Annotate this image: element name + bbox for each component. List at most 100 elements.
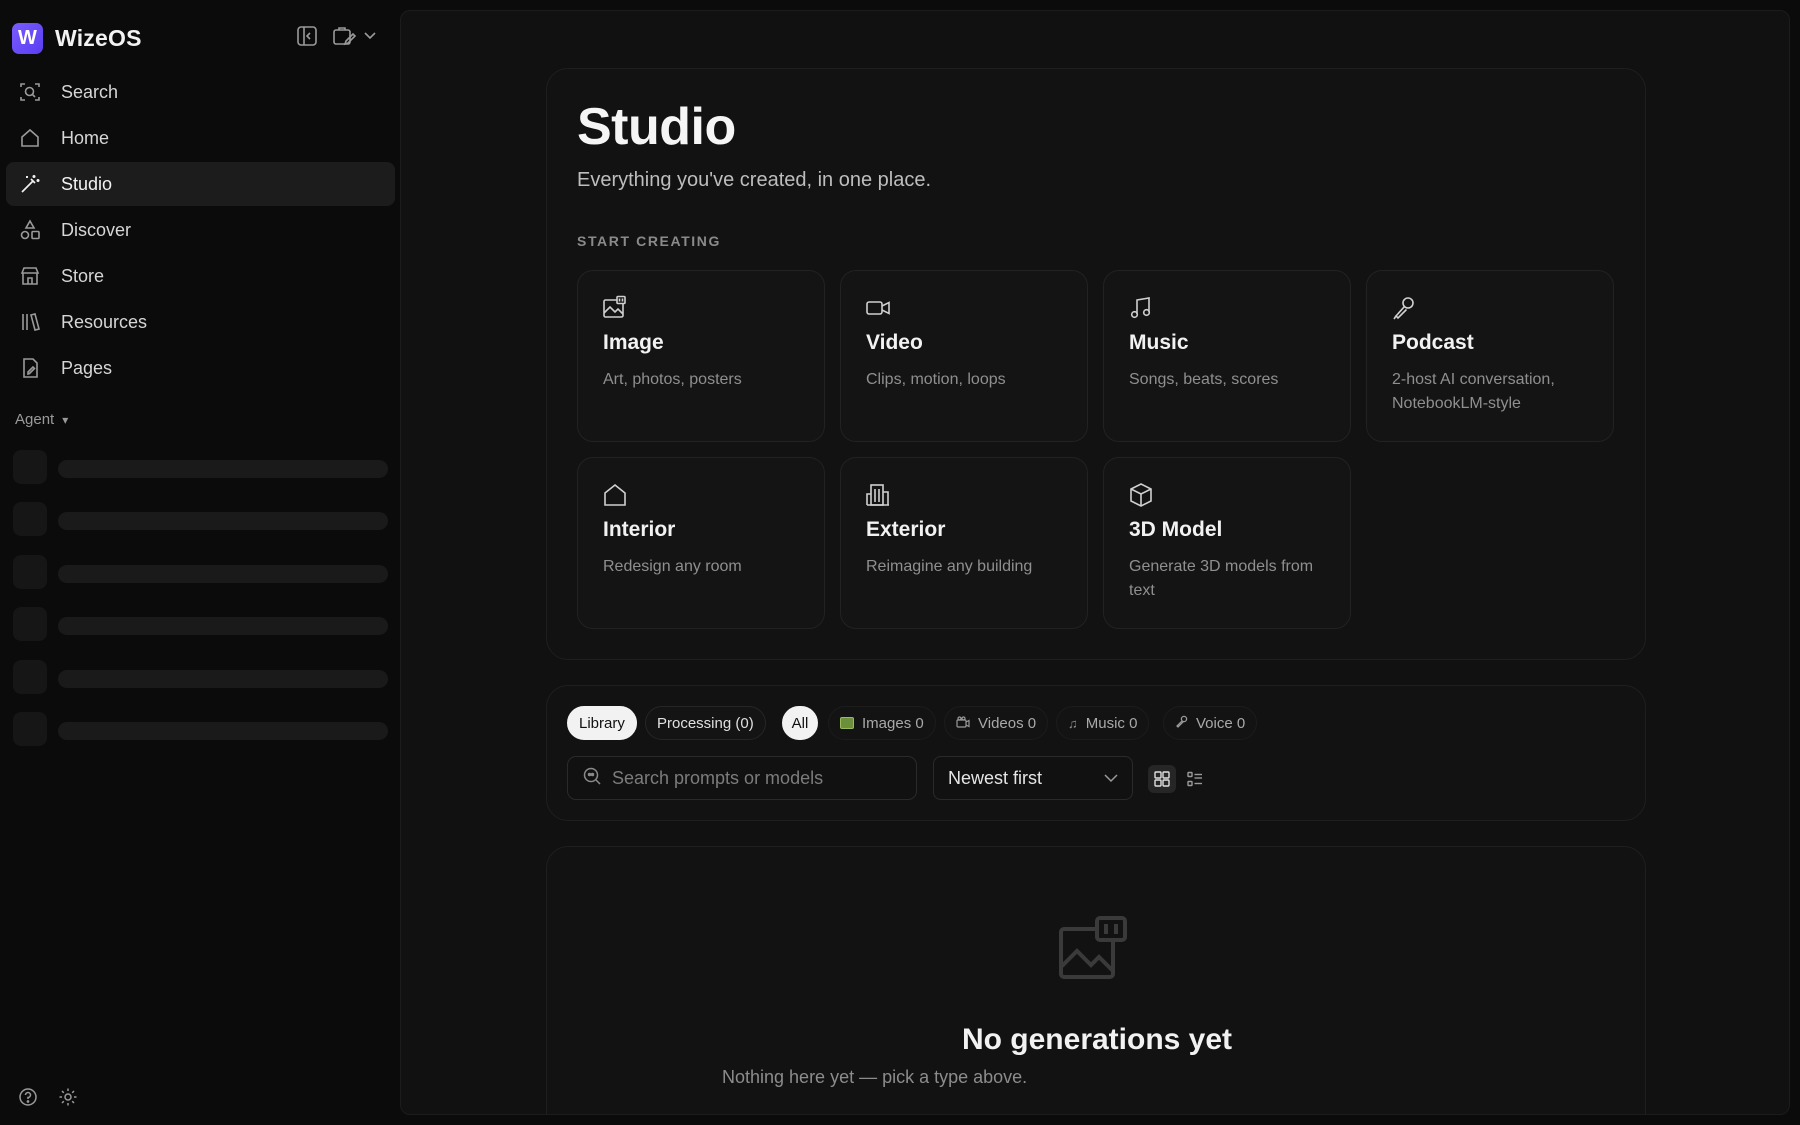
sidebar-item-home[interactable]: Home <box>6 116 395 160</box>
filter-all[interactable]: All <box>782 706 818 740</box>
tile-title: Music <box>1129 331 1189 354</box>
empty-state-subtitle: Nothing here yet — pick a type above. <box>722 1067 1028 1087</box>
list-view-button[interactable] <box>1181 765 1209 793</box>
search-icon <box>18 80 42 104</box>
microphone-icon <box>1393 297 1414 320</box>
agent-skeleton-row <box>13 712 388 746</box>
filter-videos-label: Videos 0 <box>978 714 1037 732</box>
agent-skeleton-row <box>13 555 388 589</box>
building-icon <box>866 484 889 506</box>
sidebar-item-label: Home <box>61 127 110 148</box>
music-note-icon <box>1130 297 1151 319</box>
tab-processing[interactable]: Processing (0) <box>645 706 766 740</box>
caret-down-icon: ▾ <box>62 412 69 427</box>
brand[interactable]: W WizeOS <box>12 22 142 54</box>
sort-select[interactable]: Newest first <box>933 756 1133 800</box>
filter-music-label: Music 0 <box>1085 714 1138 732</box>
home-icon <box>18 126 42 150</box>
shapes-icon <box>18 218 42 242</box>
filter-music[interactable]: ♫ Music 0 <box>1056 706 1150 740</box>
filter-voice[interactable]: Voice 0 <box>1163 706 1258 740</box>
sidebar: W WizeOS Search Home Studio Discover Sto… <box>0 0 400 1125</box>
image-swatch-icon <box>840 717 854 729</box>
library-icon <box>18 310 42 334</box>
grid-view-button[interactable] <box>1148 765 1176 793</box>
sidebar-bottom-actions <box>18 1087 78 1112</box>
chevron-down-icon <box>1104 773 1118 782</box>
sidebar-item-label: Studio <box>61 173 113 194</box>
create-tile-video[interactable]: Video Clips, motion, loops <box>840 270 1088 442</box>
gear-icon[interactable] <box>58 1087 78 1112</box>
sidebar-item-pages[interactable]: Pages <box>6 346 395 390</box>
filter-videos[interactable]: Videos 0 <box>944 706 1049 740</box>
tile-description: Redesign any room <box>603 558 742 575</box>
page-icon <box>18 356 42 380</box>
sidebar-item-search[interactable]: Search <box>6 70 395 114</box>
sidebar-item-label: Search <box>61 81 119 102</box>
cube-icon <box>1130 483 1152 507</box>
section-label-start-creating: START CREATING <box>577 233 721 249</box>
music-note-icon: ♫ <box>1068 715 1078 731</box>
image-placeholder-icon <box>1059 916 1127 979</box>
agent-skeleton-row <box>13 450 388 484</box>
create-tile-interior[interactable]: Interior Redesign any room <box>577 457 825 629</box>
sidebar-top-actions <box>296 25 376 47</box>
tile-title: 3D Model <box>1129 518 1223 541</box>
create-tile-3d-model[interactable]: 3D Model Generate 3D models from text <box>1103 457 1351 629</box>
house-icon <box>604 483 626 506</box>
agent-skeleton-row <box>13 660 388 694</box>
sidebar-item-label: Pages <box>61 357 113 378</box>
agent-section-toggle[interactable]: Agent ▾ <box>15 411 68 428</box>
agent-label: Agent <box>15 411 55 428</box>
collapse-sidebar-icon[interactable] <box>296 25 318 47</box>
tile-description: Art, photos, posters <box>603 371 742 388</box>
store-icon <box>18 264 42 288</box>
sidebar-item-label: Discover <box>61 219 132 240</box>
create-tile-exterior[interactable]: Exterior Reimagine any building <box>840 457 1088 629</box>
library-filters-panel: Library Processing (0) All Images 0 Vide… <box>546 685 1646 821</box>
tile-title: Interior <box>603 518 676 541</box>
tile-title: Podcast <box>1392 331 1474 354</box>
microphone-icon <box>1175 715 1188 731</box>
sidebar-item-discover[interactable]: Discover <box>6 208 395 252</box>
tile-description: Songs, beats, scores <box>1129 371 1279 388</box>
image-icon <box>603 295 626 318</box>
page-title: Studio <box>577 98 736 156</box>
new-chat-icon[interactable] <box>332 25 376 47</box>
search-input[interactable] <box>612 767 902 789</box>
create-tile-music[interactable]: Music Songs, beats, scores <box>1103 270 1351 442</box>
sidebar-item-label: Resources <box>61 311 148 332</box>
app-name: WizeOS <box>55 24 142 51</box>
filter-voice-label: Voice 0 <box>1196 714 1246 732</box>
main-content: Studio Everything you've created, in one… <box>400 10 1790 1115</box>
help-icon[interactable] <box>18 1087 38 1112</box>
search-field[interactable] <box>567 756 917 800</box>
agent-skeleton-row <box>13 502 388 536</box>
sidebar-item-label: Store <box>61 265 105 286</box>
tile-description: 2-host AI conversation, NotebookLM-style <box>1392 371 1555 412</box>
tile-title: Video <box>866 331 923 354</box>
tile-description: Reimagine any building <box>866 558 1033 575</box>
tab-library[interactable]: Library <box>567 706 637 740</box>
create-tile-image[interactable]: Image Art, photos, posters <box>577 270 825 442</box>
filter-images[interactable]: Images 0 <box>828 706 936 740</box>
filter-images-label: Images 0 <box>862 714 924 732</box>
app-logo: W <box>12 22 43 54</box>
sidebar-item-resources[interactable]: Resources <box>6 300 395 344</box>
sidebar-item-store[interactable]: Store <box>6 254 395 298</box>
tile-description: Generate 3D models from text <box>1129 558 1314 599</box>
studio-hero-panel: Studio Everything you've created, in one… <box>546 68 1646 660</box>
agent-skeleton-row <box>13 607 388 641</box>
tile-title: Exterior <box>866 518 946 541</box>
sidebar-item-studio[interactable]: Studio <box>6 162 395 206</box>
list-icon <box>1187 771 1202 787</box>
empty-state-panel: No generations yet Nothing here yet — pi… <box>546 846 1646 1114</box>
create-tile-podcast[interactable]: Podcast 2-host AI conversation, Notebook… <box>1366 270 1614 442</box>
sort-value: Newest first <box>948 767 1043 788</box>
grid-icon <box>1154 771 1170 787</box>
chevron-down-icon <box>364 32 376 40</box>
search-icon <box>582 766 602 791</box>
page-subtitle: Everything you've created, in one place. <box>577 169 932 191</box>
film-camera-icon <box>956 715 970 731</box>
sidebar-nav: Search Home Studio Discover Store Resour… <box>6 70 395 392</box>
